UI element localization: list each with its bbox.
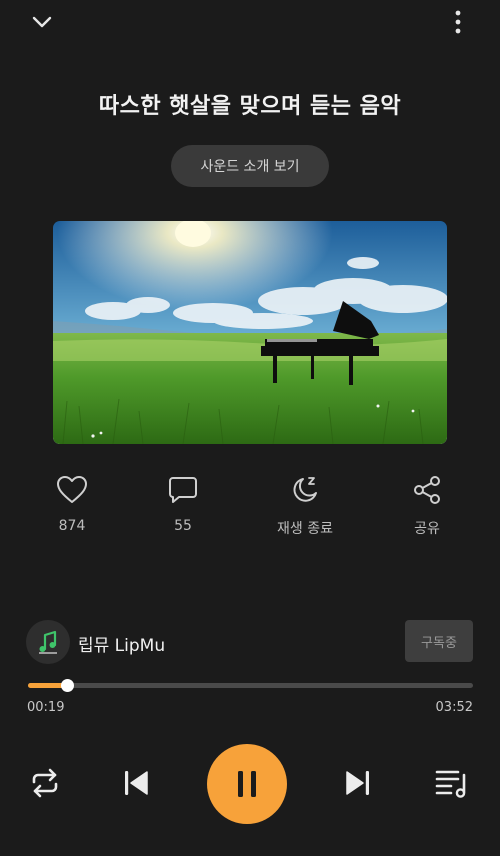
cover-image	[53, 221, 447, 444]
previous-button[interactable]	[116, 763, 156, 803]
comment-action[interactable]: 55	[137, 470, 229, 534]
chevron-down-icon	[32, 16, 52, 28]
subscribe-button[interactable]: 구독중	[405, 620, 473, 662]
repeat-button[interactable]	[25, 763, 65, 803]
progress-track[interactable]	[28, 683, 473, 688]
previous-icon	[125, 771, 148, 795]
music-note-icon	[39, 630, 57, 654]
sound-title: 따스한 햇살을 맞으며 듣는 음악	[98, 94, 402, 119]
pause-button[interactable]	[207, 744, 287, 824]
share-label: 공유	[414, 521, 440, 537]
collapse-button[interactable]	[24, 4, 60, 40]
sleep-timer-label: 재생 종료	[277, 521, 333, 537]
sound-intro-button[interactable]: 사운드 소개 보기	[171, 145, 329, 187]
like-count: 874	[58, 518, 86, 534]
share-action[interactable]: 공유	[381, 470, 473, 538]
pause-icon	[238, 771, 256, 797]
next-icon	[346, 771, 369, 795]
channel-avatar[interactable]	[26, 620, 70, 664]
current-time: 00:19	[27, 700, 65, 715]
sleep-timer-action[interactable]: 재생 종료	[259, 470, 351, 538]
comment-icon	[163, 470, 203, 510]
more-vertical-icon	[455, 10, 461, 34]
like-action[interactable]: 874	[26, 470, 118, 534]
playlist-icon	[435, 770, 466, 798]
heart-icon	[52, 470, 92, 510]
progress-thumb[interactable]	[60, 679, 74, 692]
comment-count: 55	[174, 518, 192, 534]
repeat-icon	[32, 768, 58, 798]
total-duration: 03:52	[435, 700, 473, 715]
channel-name[interactable]: 립뮤 LipMu	[78, 631, 165, 656]
share-icon	[407, 470, 447, 510]
more-options-button[interactable]	[440, 4, 476, 40]
playlist-button[interactable]	[430, 763, 474, 803]
next-button[interactable]	[338, 763, 378, 803]
sleep-timer-icon	[285, 470, 325, 510]
